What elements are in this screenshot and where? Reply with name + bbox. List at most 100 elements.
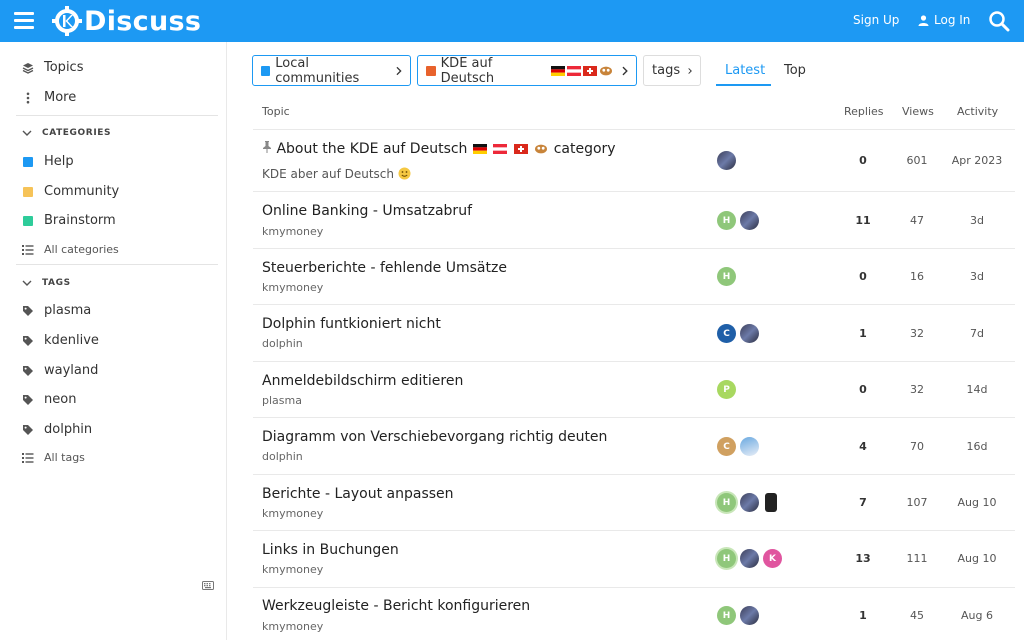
signup-button[interactable]: Sign Up [853, 13, 899, 27]
sidebar-tag-kdenlive[interactable]: kdenlive [22, 333, 99, 348]
avatar[interactable]: C [717, 324, 736, 343]
views-count: 32 [910, 327, 924, 340]
sidebar-category-community[interactable]: Community [22, 184, 119, 199]
chevron-right-icon [622, 66, 628, 75]
activity-time[interactable]: 7d [947, 327, 1007, 340]
activity-time[interactable]: Aug 10 [947, 552, 1007, 565]
avatar[interactable]: H [717, 549, 736, 568]
tags-heading[interactable]: TAGS [22, 278, 71, 288]
avatar[interactable] [765, 493, 777, 512]
views-count: 32 [910, 383, 924, 396]
tag-icon [22, 305, 34, 317]
replies-count: 7 [859, 496, 867, 509]
avatar[interactable]: K [763, 549, 782, 568]
activity-time[interactable]: Apr 2023 [947, 154, 1007, 167]
breadcrumb-parent-category[interactable]: Local communities [252, 55, 411, 86]
sidebar-category-help[interactable]: Help [22, 154, 74, 169]
sidebar-tag-neon[interactable]: neon [22, 392, 76, 407]
topic-title-link[interactable]: About the KDE auf Deutsch category [262, 141, 616, 157]
category-color-badge [23, 215, 33, 226]
sidebar-item-topics[interactable]: Topics [22, 60, 83, 75]
topic-title-link[interactable]: Berichte - Layout anpassen [262, 486, 454, 502]
activity-time[interactable]: Aug 10 [947, 496, 1007, 509]
sidebar-item-label: plasma [44, 303, 92, 318]
search-icon[interactable] [988, 10, 1010, 32]
activity-time[interactable]: 3d [947, 270, 1007, 283]
user-icon [918, 14, 929, 26]
topic-posters [717, 151, 740, 170]
avatar[interactable] [740, 324, 759, 343]
category-color-badge [426, 65, 436, 76]
topic-posters: H [717, 493, 781, 512]
topic-title-link[interactable]: Steuerberichte - fehlende Umsätze [262, 260, 507, 276]
topic-title-link[interactable]: Online Banking - Umsatzabruf [262, 203, 472, 219]
topic-title-link[interactable]: Dolphin funtkioniert nicht [262, 316, 441, 332]
category-color-badge [261, 65, 271, 76]
topic-posters: H [717, 267, 740, 286]
topic-tag[interactable]: kmymoney [262, 225, 323, 238]
topic-title-link[interactable]: Anmeldebildschirm editieren [262, 373, 463, 389]
tab-latest[interactable]: Latest [725, 63, 765, 78]
avatar[interactable]: P [717, 380, 736, 399]
tab-top[interactable]: Top [784, 63, 806, 78]
chevron-down-icon [22, 280, 32, 286]
tags-dropdown[interactable]: tags [643, 55, 701, 86]
topic-title-link[interactable]: Werkzeugleiste - Bericht konfigurieren [262, 598, 530, 614]
topic-tag[interactable]: dolphin [262, 450, 303, 463]
sidebar-all-categories[interactable]: All categories [22, 243, 119, 256]
avatar[interactable]: H [717, 211, 736, 230]
list-icon [22, 452, 34, 464]
tag-icon [22, 365, 34, 377]
avatar[interactable] [740, 437, 759, 456]
activity-time[interactable]: 14d [947, 383, 1007, 396]
topic-tag[interactable]: kmymoney [262, 507, 323, 520]
avatar[interactable]: H [717, 267, 736, 286]
column-header-activity[interactable]: Activity [957, 105, 998, 118]
login-button[interactable]: Log In [918, 13, 970, 27]
table-row: Berichte - Layout anpassen kmymoney H 7 … [253, 474, 1015, 530]
avatar[interactable]: H [717, 606, 736, 625]
activity-time[interactable]: Aug 6 [947, 609, 1007, 622]
sidebar-item-label: kdenlive [44, 333, 99, 348]
avatar[interactable]: C [717, 437, 736, 456]
topic-tag[interactable]: plasma [262, 394, 302, 407]
categories-heading[interactable]: CATEGORIES [22, 128, 111, 138]
activity-time[interactable]: 16d [947, 440, 1007, 453]
site-logo[interactable]: Discuss [52, 4, 201, 38]
sidebar-divider [16, 264, 218, 265]
sidebar-all-tags[interactable]: All tags [22, 451, 85, 464]
topic-posters: H K [717, 549, 786, 568]
avatar[interactable] [717, 151, 736, 170]
column-header-replies[interactable]: Replies [844, 105, 884, 118]
sidebar-item-more[interactable]: More [22, 90, 76, 105]
topic-tag[interactable]: dolphin [262, 337, 303, 350]
views-count: 601 [906, 154, 928, 167]
topic-tag[interactable]: kmymoney [262, 281, 323, 294]
kde-logo-icon [52, 6, 82, 36]
avatar[interactable] [740, 211, 759, 230]
sidebar-tag-dolphin[interactable]: dolphin [22, 422, 92, 437]
category-color-badge [23, 156, 33, 167]
topic-title-link[interactable]: Links in Buchungen [262, 542, 399, 558]
avatar[interactable] [740, 549, 759, 568]
pretzel-icon [535, 144, 548, 154]
table-row: Online Banking - Umsatzabruf kmymoney H … [253, 191, 1015, 248]
sidebar-tag-wayland[interactable]: wayland [22, 363, 98, 378]
column-header-views[interactable]: Views [902, 105, 934, 118]
breadcrumb-category[interactable]: KDE auf Deutsch [417, 55, 637, 86]
avatar[interactable] [740, 606, 759, 625]
sidebar-tag-plasma[interactable]: plasma [22, 303, 91, 318]
views-count: 47 [910, 214, 924, 227]
topic-tag[interactable]: kmymoney [262, 563, 323, 576]
sidebar-category-brainstorm[interactable]: Brainstorm [22, 213, 116, 228]
table-row: Werkzeugleiste - Bericht konfigurieren k… [253, 587, 1015, 640]
table-row-pinned: About the KDE auf Deutsch category KDE a… [253, 129, 1015, 191]
activity-time[interactable]: 3d [947, 214, 1007, 227]
keyboard-shortcuts-icon[interactable] [202, 575, 214, 594]
topic-tag[interactable]: kmymoney [262, 620, 323, 633]
hamburger-menu-icon[interactable] [14, 12, 34, 30]
column-header-topic[interactable]: Topic [262, 105, 290, 118]
avatar[interactable]: H [717, 493, 736, 512]
topic-title-link[interactable]: Diagramm von Verschiebevorgang richtig d… [262, 429, 607, 445]
avatar[interactable] [740, 493, 759, 512]
